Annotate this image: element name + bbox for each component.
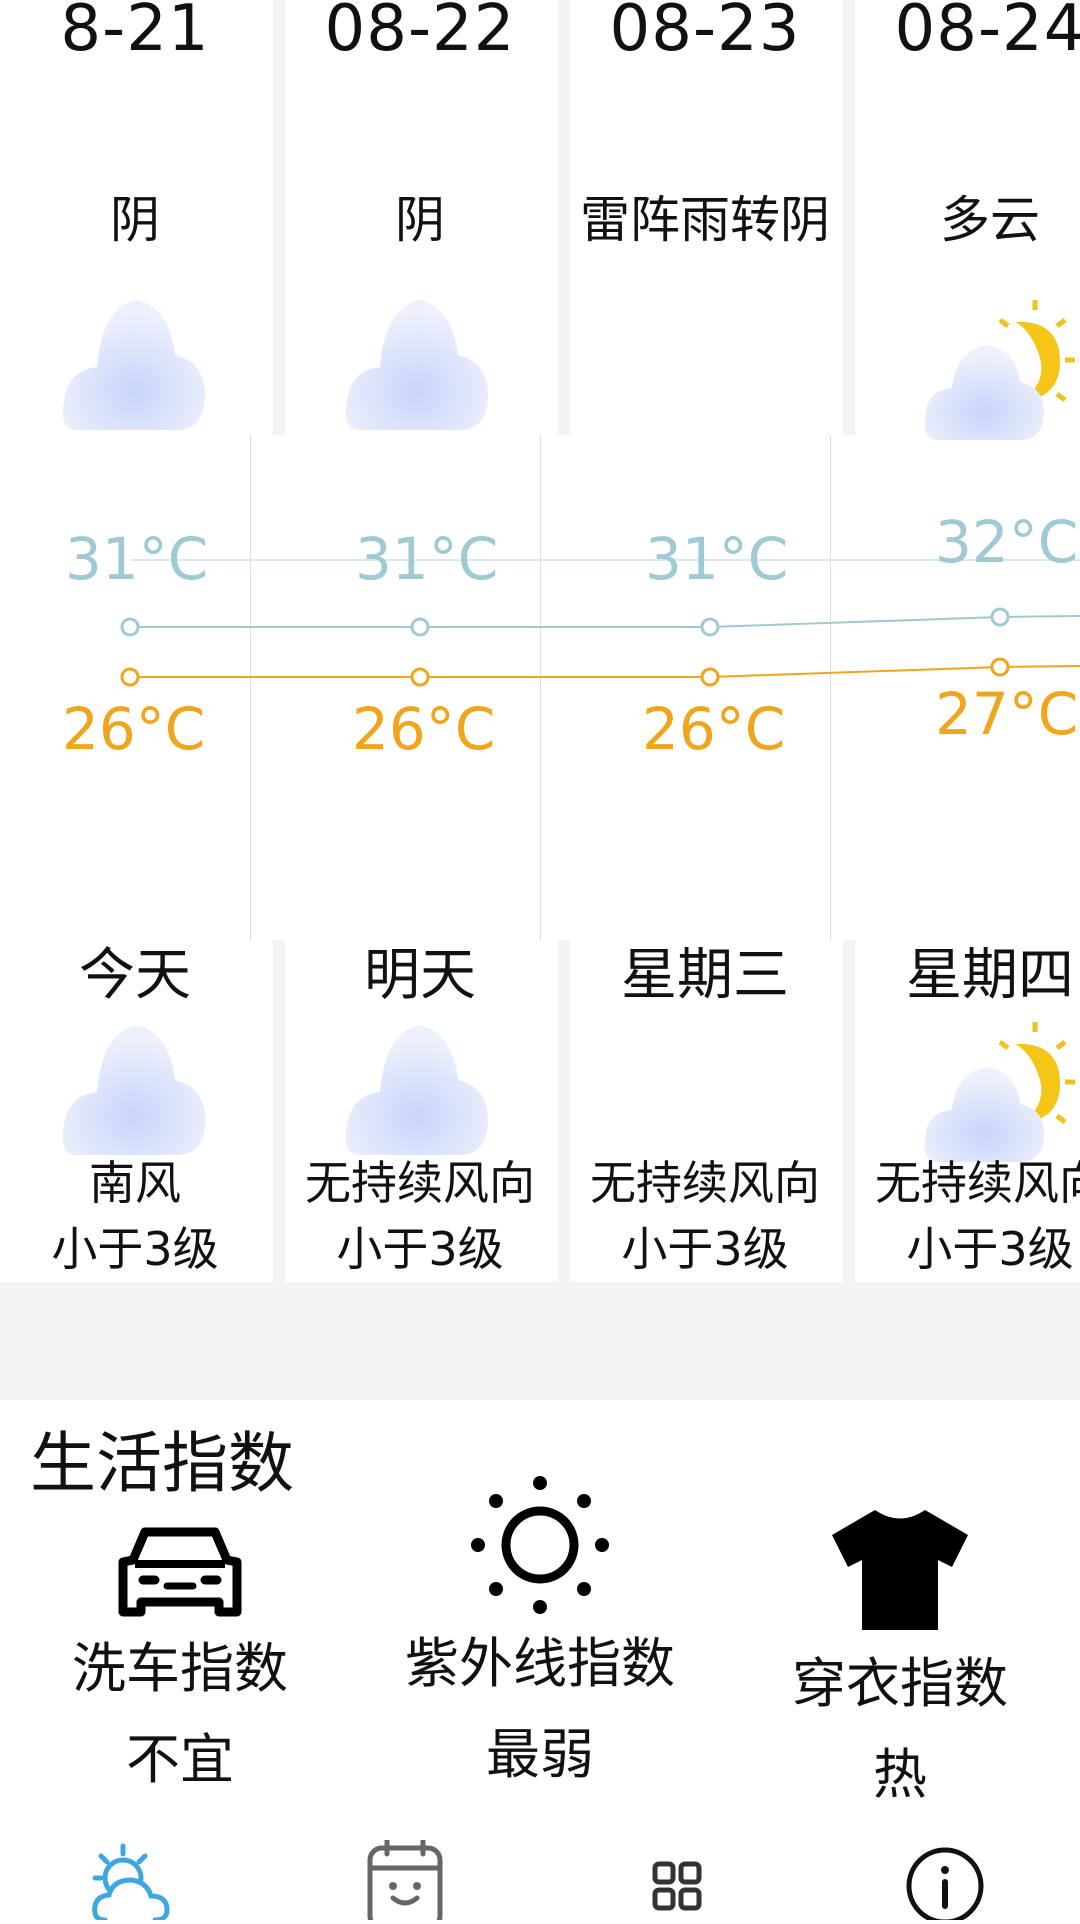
high-temp-point	[120, 617, 140, 637]
forecast-date: 08-23	[609, 0, 801, 66]
weather-tab-icon[interactable]	[85, 1840, 185, 1923]
low-temp-label: 26°C	[62, 695, 206, 763]
low-temp-line	[130, 665, 1080, 678]
forecast-condition: 多云	[940, 191, 1040, 249]
forecast-wind: 无持续风向 小于3级	[285, 1150, 555, 1282]
partly-cloudy-icon	[920, 290, 1080, 450]
forecast-day-name: 今天	[79, 943, 191, 1008]
apps-tab-icon[interactable]	[625, 1840, 725, 1920]
forecast-condition: 阴	[110, 191, 160, 249]
wind-level: 小于3级	[906, 1222, 1074, 1276]
sun-icon	[471, 1476, 609, 1614]
high-temp-line	[130, 615, 1080, 628]
tshirt-icon	[832, 1510, 968, 1630]
calendar-tab-icon[interactable]	[355, 1837, 455, 1924]
forecast-wind: 南风 小于3级	[0, 1150, 270, 1282]
low-temp-label: 26°C	[642, 695, 786, 763]
forecast-date: 08-24	[894, 0, 1080, 66]
high-temp-label: 31°C	[65, 525, 209, 593]
forecast-wind: 无持续风向 小于3级	[570, 1150, 840, 1282]
forecast-day-name: 星期四	[906, 943, 1074, 1008]
forecast-condition: 雷阵雨转阴	[580, 191, 830, 249]
cloudy-icon	[57, 285, 217, 445]
wind-level: 小于3级	[336, 1222, 504, 1276]
life-index-value: 最弱	[486, 1723, 594, 1786]
life-index-name: 紫外线指数	[405, 1632, 675, 1695]
forecast-condition: 阴	[395, 191, 445, 249]
cloudy-icon	[57, 1010, 217, 1170]
low-temp-label: 27°C	[935, 680, 1079, 748]
low-temp-point	[120, 667, 140, 687]
high-temp-point	[990, 607, 1010, 627]
wind-direction: 南风	[89, 1156, 181, 1210]
life-index-value: 热	[873, 1743, 927, 1806]
low-temp-point	[410, 667, 430, 687]
life-index-clothing[interactable]: 穿衣指数 热	[720, 1510, 1080, 1809]
car-icon	[118, 1527, 242, 1617]
wind-direction: 无持续风向	[875, 1156, 1080, 1210]
life-index-uv[interactable]: 紫外线指数 最弱	[360, 1476, 720, 1789]
bottom-navigation	[0, 1837, 1080, 1924]
low-temp-point	[700, 667, 720, 687]
forecast-panel: 8-21 阴 今天 南风 小于3级 31°C 26°C 08-22 阴 明天 无…	[0, 0, 1080, 1282]
life-index-name: 穿衣指数	[792, 1652, 1008, 1715]
forecast-day-name: 明天	[364, 943, 476, 1008]
info-tab-icon[interactable]	[895, 1840, 995, 1924]
forecast-date: 8-21	[60, 0, 210, 66]
wind-direction: 无持续风向	[305, 1156, 535, 1210]
high-temp-point	[700, 617, 720, 637]
low-temp-label: 26°C	[352, 695, 496, 763]
cloudy-icon	[340, 1010, 500, 1170]
section-separator	[0, 1282, 1080, 1400]
life-index-name: 洗车指数	[72, 1637, 288, 1700]
partly-cloudy-icon	[920, 1012, 1080, 1172]
cloudy-icon	[340, 285, 500, 445]
wind-level: 小于3级	[621, 1222, 789, 1276]
forecast-wind: 无持续风向 小于3级	[855, 1150, 1080, 1282]
high-temp-label: 32°C	[935, 508, 1079, 576]
life-index-title: 生活指数	[30, 1425, 294, 1502]
wind-level: 小于3级	[51, 1222, 219, 1276]
wind-direction: 无持续风向	[590, 1156, 820, 1210]
forecast-day-name: 星期三	[621, 943, 789, 1008]
life-index-value: 不宜	[126, 1728, 234, 1791]
low-temp-point	[990, 657, 1010, 677]
high-temp-point	[410, 617, 430, 637]
forecast-date: 08-22	[324, 0, 516, 66]
high-temp-label: 31°C	[355, 525, 499, 593]
life-index-car-wash[interactable]: 洗车指数 不宜	[0, 1520, 360, 1794]
high-temp-label: 31°C	[645, 525, 789, 593]
